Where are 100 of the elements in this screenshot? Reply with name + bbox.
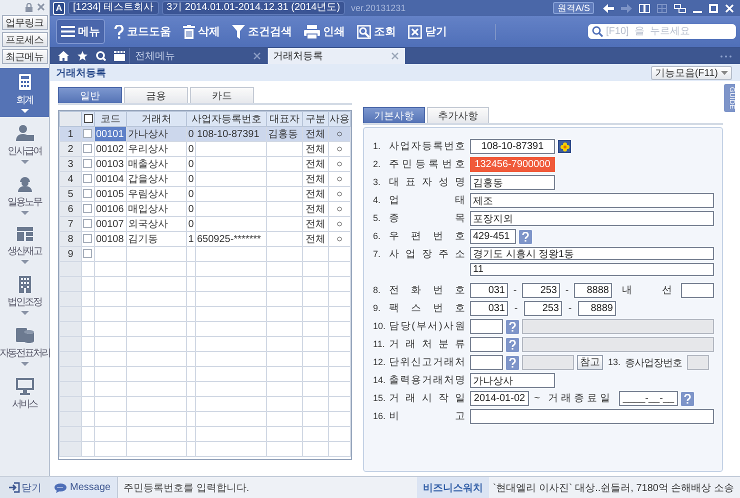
field-label: 비 고	[389, 410, 465, 424]
toolbar-button[interactable]: 삭제	[178, 21, 225, 42]
input-field[interactable]	[470, 337, 503, 352]
checkbox[interactable]	[83, 234, 92, 244]
field-label: 담 당 ( 부 서 ) 사 원	[389, 320, 465, 334]
column-header[interactable]: 사업자등록번호	[186, 112, 266, 126]
module-item[interactable]: 서비스	[0, 372, 49, 415]
input-field[interactable]	[470, 319, 503, 334]
checkbox[interactable]	[83, 189, 92, 198]
quick-link-button[interactable]: 프로세스	[2, 32, 48, 47]
section-tab[interactable]: 금용	[124, 87, 188, 103]
remote-support-button[interactable]: 원격A/S	[553, 2, 594, 14]
toolbar-button[interactable]: 조건검색	[227, 21, 297, 42]
column-header[interactable]: 구분	[302, 112, 328, 126]
input-field[interactable]: 429-451	[470, 229, 516, 244]
fiscal-period[interactable]: 3기 2014.01.01-2014.12.31 (2014년도)	[162, 1, 346, 15]
table-cell: 00104	[96, 174, 124, 184]
input-field[interactable]: 031	[470, 283, 508, 298]
close-icon[interactable]	[37, 3, 45, 11]
clapperboard-icon[interactable]	[114, 51, 125, 61]
module-item[interactable]: 회계	[0, 68, 49, 117]
input-field[interactable]	[470, 355, 503, 370]
book-icon[interactable]	[639, 4, 650, 12]
module-item[interactable]: 인사급여	[0, 119, 49, 168]
input-field[interactable]: 031	[470, 301, 508, 316]
input-field[interactable]: 8889	[578, 301, 616, 316]
quick-link-button[interactable]: 업무링크	[2, 15, 48, 30]
table-cell: 0	[188, 158, 194, 170]
column-header[interactable]: 대표자	[266, 112, 302, 126]
help-button[interactable]	[519, 230, 532, 244]
toolbar-button[interactable]: 코드도움	[109, 21, 176, 42]
checkbox[interactable]	[83, 219, 92, 228]
date-field[interactable]: ____-__-__	[619, 391, 678, 406]
input-field[interactable]: 253	[522, 283, 560, 298]
toolbar-button[interactable]: 메뉴	[56, 19, 105, 44]
input-field[interactable]: 김홍동	[470, 175, 555, 190]
checkbox[interactable]	[84, 114, 92, 124]
table-cell: ○	[336, 218, 343, 230]
section-tab[interactable]: 일반	[58, 87, 122, 103]
checkbox[interactable]	[83, 159, 92, 168]
section-tab[interactable]: 기본사항	[363, 107, 425, 123]
document-tab[interactable]: 거래처등록	[267, 48, 405, 64]
windows-icon[interactable]	[674, 4, 686, 12]
message-label[interactable]: Message	[50, 477, 118, 498]
checkbox[interactable]	[83, 174, 92, 184]
more-icon[interactable]	[720, 54, 732, 58]
checkbox[interactable]	[83, 129, 92, 138]
home-icon[interactable]	[58, 51, 69, 61]
lock-icon[interactable]	[25, 2, 33, 12]
close-button[interactable]: 닫기	[0, 476, 50, 498]
field-label: 사 업 장 주 소	[389, 248, 465, 262]
input-field[interactable]: 253	[524, 301, 562, 316]
help-button[interactable]	[681, 392, 694, 406]
toolbar-button[interactable]: 인쇄	[299, 21, 350, 42]
maximize-icon[interactable]	[709, 4, 718, 12]
section-tab[interactable]: 추가사항	[427, 107, 489, 123]
grid-icon[interactable]	[657, 4, 667, 12]
company-name[interactable]: [1234] 테스트회사	[68, 1, 159, 15]
column-header[interactable]: 코드	[94, 112, 126, 126]
verify-button[interactable]	[558, 140, 571, 153]
module-item[interactable]: 일용노무	[0, 170, 49, 219]
section-tab[interactable]: 카드	[190, 87, 254, 103]
back-arrow-icon[interactable]	[603, 4, 614, 12]
field-label: 거 래 시 작 일	[389, 392, 465, 406]
input-field[interactable]: 포장지외	[470, 211, 714, 226]
caret-icon	[20, 311, 28, 315]
table-cell: 전체	[306, 189, 326, 200]
input-field[interactable]: 108-10-87391	[470, 139, 555, 154]
help-button[interactable]	[506, 356, 519, 370]
help-button[interactable]	[506, 338, 519, 352]
input-field[interactable]: 제조	[470, 193, 714, 208]
input-field[interactable]	[470, 409, 714, 424]
toolbar-button[interactable]: 닫기	[403, 21, 452, 42]
date-field[interactable]: 2014-01-02	[470, 391, 529, 406]
search-icon[interactable]	[96, 51, 106, 61]
input-field[interactable]: 11	[470, 263, 714, 276]
column-header[interactable]: 사용	[328, 112, 350, 126]
column-header[interactable]: 거래처	[126, 112, 186, 126]
input-field[interactable]: 경기도 시흥시 정왕1동	[470, 247, 714, 260]
checkbox[interactable]	[83, 249, 92, 258]
forward-arrow-icon[interactable]	[621, 4, 632, 12]
close-icon[interactable]	[253, 52, 261, 60]
checkbox[interactable]	[83, 204, 92, 214]
module-item[interactable]: 법인조정	[0, 270, 49, 319]
input-field[interactable]: 가나상사	[470, 373, 555, 388]
separator-label: -	[564, 285, 570, 296]
reference-button[interactable]: 참고	[577, 355, 603, 370]
quick-link-button[interactable]: 최근메뉴	[2, 49, 48, 64]
module-item[interactable]: 생산재고	[0, 221, 49, 268]
module-item[interactable]: 자동전표처리	[0, 321, 49, 370]
field-label: 종사업장번호	[625, 356, 682, 370]
help-button[interactable]	[506, 320, 519, 334]
input-field[interactable]	[681, 283, 714, 298]
search-field[interactable]: [F10] 을 누르세요	[588, 24, 736, 39]
checkbox[interactable]	[83, 144, 92, 154]
toolbar-button[interactable]: 조회	[352, 21, 401, 42]
star-icon[interactable]	[77, 51, 88, 61]
news-ticker[interactable]: `현대엘리 이사진` 대상..쉰들러, 7180억 손해배상 소송	[488, 480, 740, 494]
input-field[interactable]: 8888	[574, 283, 612, 298]
function-menu-button[interactable]: 기능모음(F11)	[650, 66, 732, 80]
